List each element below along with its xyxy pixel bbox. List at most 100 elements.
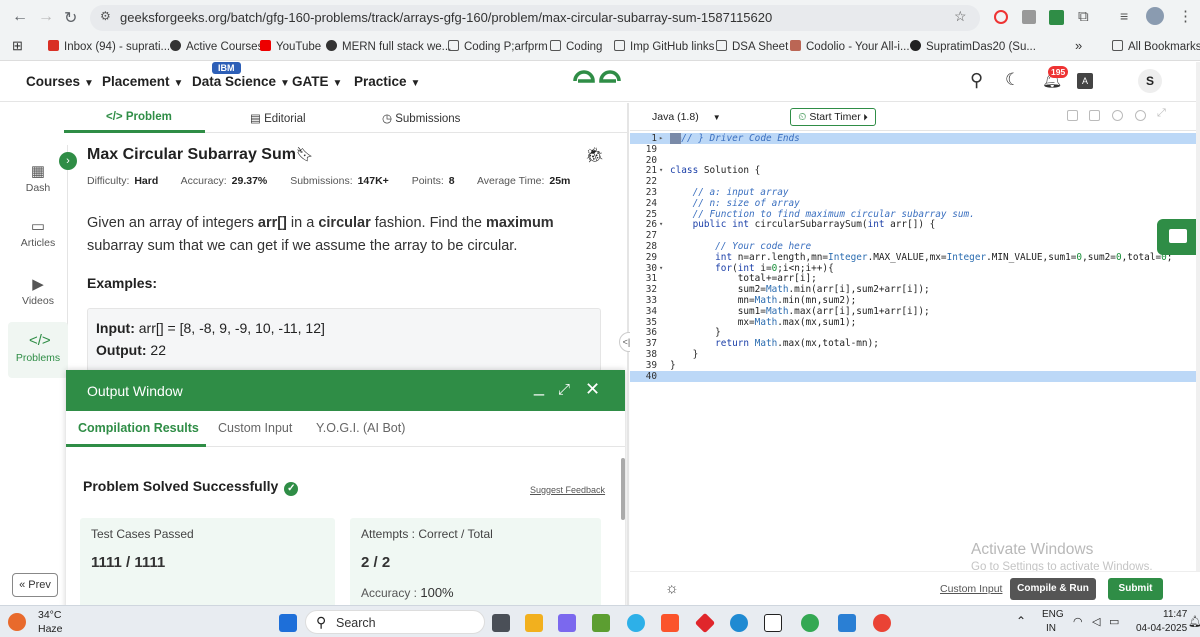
code-line[interactable]: 1 ▸ ▭▭// } Driver Code Ends (630, 133, 1200, 144)
site-info-icon[interactable]: ⚙ (100, 9, 111, 23)
extension-record-icon[interactable] (994, 10, 1008, 24)
bookmark-star-icon[interactable]: ☆ (954, 8, 967, 25)
tab-editorial[interactable]: ▤ Editorial (250, 111, 306, 125)
menu-icon[interactable]: ⋮ (1178, 7, 1193, 25)
custom-input-link[interactable]: Custom Input (940, 583, 1002, 595)
profile-avatar[interactable] (1146, 7, 1164, 25)
chrome-icon[interactable] (801, 614, 819, 632)
tab-yogi-ai-bot[interactable]: Y.O.G.I. (AI Bot) (316, 421, 405, 435)
bookmark-folder-dsa[interactable]: DSA Sheet (716, 40, 788, 53)
clock-date[interactable]: 04-04-2025 (1136, 623, 1187, 634)
notion-icon[interactable] (764, 614, 782, 632)
code-line[interactable]: 38 } (630, 349, 1200, 360)
url-text[interactable]: geeksforgeeks.org/batch/gfg-160-problems… (120, 10, 772, 25)
settings-icon[interactable] (1112, 110, 1123, 121)
start-timer-button[interactable]: ⏲ Start Timer ⏵ (790, 108, 876, 126)
notifications-icon[interactable]: 🔔︎ (1188, 615, 1200, 628)
fold-arrow-icon[interactable]: ▾ (659, 165, 663, 176)
theme-toggle-icon[interactable]: ☼ (665, 580, 679, 597)
tab-problem[interactable]: </> Problem (106, 111, 172, 123)
code-line[interactable]: 39} (630, 360, 1200, 371)
code-line[interactable]: 30 ▾ for(int i=0;i<n;i++){ (630, 263, 1200, 274)
language-indicator[interactable]: ENG (1042, 609, 1064, 620)
reset-icon[interactable] (1135, 110, 1146, 121)
code-line[interactable]: 37 return Math.max(mx,total-mn); (630, 338, 1200, 349)
code-line[interactable]: 34 sum1=Math.max(arr[i],sum1+arr[i]); (630, 306, 1200, 317)
windows-start-icon[interactable] (279, 614, 297, 632)
gfg-logo[interactable] (572, 68, 622, 94)
collapse-sidebar-button[interactable]: › (59, 152, 77, 170)
code-line[interactable]: 20 (630, 155, 1200, 166)
file-icon[interactable] (1089, 110, 1100, 121)
code-line[interactable]: 21 ▾ class Solution { (630, 165, 1200, 176)
suggest-feedback-link[interactable]: Suggest Feedback (530, 485, 605, 495)
code-line[interactable]: 36 } (630, 327, 1200, 338)
notepad-icon[interactable] (592, 614, 610, 632)
close-icon[interactable]: ✕ (585, 379, 600, 400)
extensions-puzzle-icon[interactable]: ⧉ (1078, 8, 1089, 25)
wifi-icon[interactable]: ◠ (1073, 615, 1083, 628)
sidebar-item-articles[interactable]: ▭ Articles (8, 217, 68, 249)
compile-run-button[interactable]: Compile & Run (1010, 578, 1096, 600)
code-line[interactable]: 22 (630, 176, 1200, 187)
user-avatar[interactable]: S (1138, 69, 1162, 93)
bookmark-youtube[interactable]: YouTube (260, 40, 321, 53)
scrollbar[interactable] (621, 458, 625, 520)
code-line[interactable]: 32 sum2=Math.min(arr[i],sum2+arr[i]); (630, 284, 1200, 295)
language-select[interactable]: Java (1.8) ▼ (652, 111, 721, 123)
code-line[interactable]: 33 mn=Math.min(mn,sum2); (630, 295, 1200, 306)
battery-icon[interactable]: ▭ (1109, 615, 1119, 628)
weather-desc[interactable]: Haze (38, 623, 63, 635)
apps-icon[interactable]: ⊞ (12, 38, 23, 54)
back-icon[interactable]: ← (12, 8, 28, 26)
address-bar[interactable]: ⚙ geeksforgeeks.org/batch/gfg-160-proble… (90, 5, 980, 31)
clock-time[interactable]: 11:47 (1163, 609, 1187, 620)
page-scrollbar[interactable] (1196, 62, 1200, 605)
bookmark-active-courses[interactable]: Active Courses (170, 40, 263, 53)
translate-icon[interactable]: A (1077, 73, 1093, 89)
expand-icon[interactable]: ⤢ (558, 381, 570, 398)
bookmark-folder-github[interactable]: Imp GitHub links (614, 40, 714, 53)
panel-splitter[interactable] (627, 103, 629, 605)
code-line[interactable]: 35 mx=Math.max(mx,sum1); (630, 317, 1200, 328)
gfg-extension-icon[interactable] (1049, 10, 1064, 25)
more-bookmarks-icon[interactable]: » (1075, 38, 1082, 53)
code-line[interactable]: 40 (630, 370, 1200, 382)
code-line[interactable]: 25 // Function to find maximum circular … (630, 209, 1200, 220)
forward-icon[interactable]: → (38, 8, 54, 26)
app-icon[interactable] (627, 614, 645, 632)
file-explorer-icon[interactable] (525, 614, 543, 632)
volume-icon[interactable]: ◁ (1092, 615, 1100, 628)
code-line[interactable]: 26 ▾ public int circularSubarraySum(int a… (630, 219, 1200, 230)
bookmark-inbox[interactable]: Inbox (94) - suprati... (48, 40, 170, 53)
vscode-icon[interactable] (838, 614, 856, 632)
code-line[interactable]: 29 int n=arr.length,mn=Integer.MAX_VALUE… (630, 252, 1200, 263)
code-line[interactable]: 28 // Your code here (630, 241, 1200, 252)
code-line[interactable]: 24 // n: size of array (630, 198, 1200, 209)
weather-temp[interactable]: 34°C (38, 609, 61, 621)
tab-submissions[interactable]: ◷ Submissions (382, 111, 460, 125)
menu-data-science[interactable]: Data Science ▼ (192, 74, 290, 89)
taskbar-search[interactable]: ⚲ Search (305, 610, 485, 634)
code-editor[interactable]: 1 ▸ ▭▭// } Driver Code Ends 19 20 21 ▾ class So… (630, 131, 1200, 571)
menu-practice[interactable]: Practice ▼ (354, 74, 420, 89)
fold-arrow-icon[interactable]: ▾ (659, 219, 663, 230)
app-red-icon[interactable] (694, 612, 716, 634)
bug-report-icon[interactable]: 🐞︎ (585, 146, 604, 164)
bookmark-icon[interactable]: 🔖︎ (296, 146, 314, 162)
bookmark-all[interactable]: All Bookmarks (1112, 40, 1200, 53)
edge-icon[interactable] (730, 614, 748, 632)
bookmark-folder-coding-parfprm[interactable]: Coding P;arfprm (448, 40, 548, 53)
menu-courses[interactable]: Courses ▼ (26, 74, 94, 89)
fold-arrow-icon[interactable]: ▸ (659, 133, 663, 144)
bookmark-codolio[interactable]: Codolio - Your All-i... (790, 40, 910, 53)
weather-icon[interactable] (8, 613, 26, 631)
minimize-icon[interactable]: _ (534, 376, 544, 397)
code-line[interactable]: 23 // a: input array (630, 187, 1200, 198)
copilot-icon[interactable] (558, 614, 576, 632)
prev-button[interactable]: « Prev (12, 573, 58, 597)
media-icon[interactable]: ≡ (1120, 8, 1128, 24)
tab-compilation-results[interactable]: Compilation Results (78, 421, 199, 435)
fold-arrow-icon[interactable]: ▾ (659, 263, 663, 274)
dark-mode-icon[interactable]: ☾ (1005, 70, 1020, 90)
